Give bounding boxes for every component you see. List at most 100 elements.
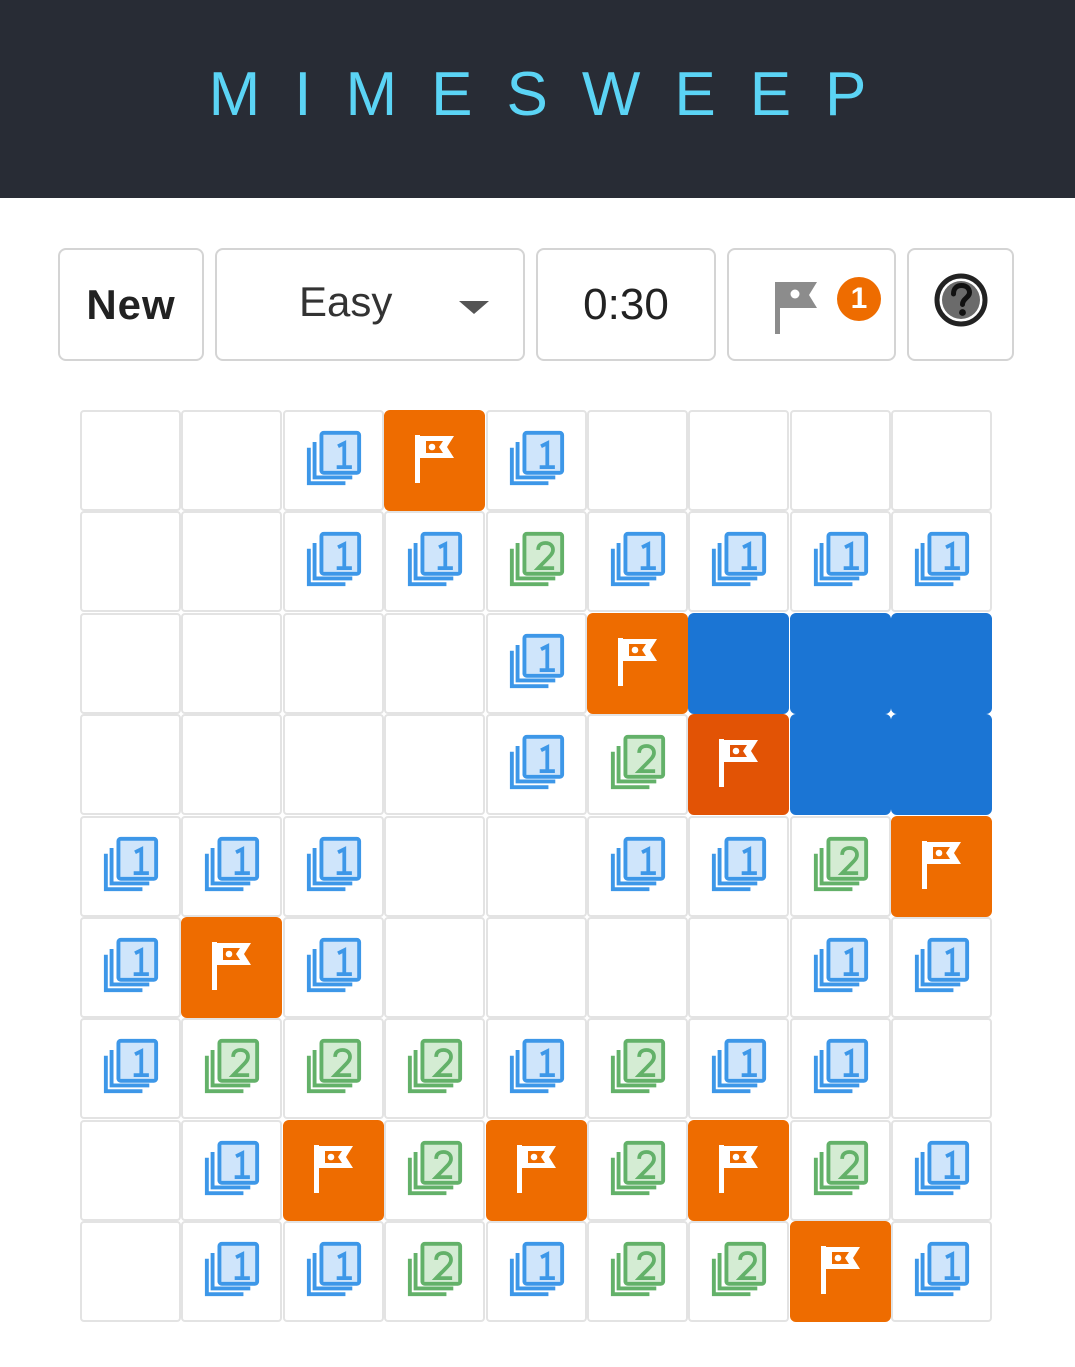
flag-icon <box>309 1140 359 1201</box>
board-cell-revealed-empty[interactable] <box>80 511 181 612</box>
board-cell-number-1[interactable] <box>384 511 485 612</box>
number-one-icon <box>910 933 974 1002</box>
board-cell-number-2[interactable] <box>587 714 688 815</box>
board-cell-hidden[interactable] <box>790 613 891 714</box>
flag-icon <box>816 1241 866 1302</box>
app-title: MIMESWEEP <box>208 59 901 129</box>
board-cell-number-1[interactable] <box>80 917 181 1018</box>
board-cell-number-1[interactable] <box>688 511 789 612</box>
board-cell-revealed-empty[interactable] <box>891 1018 992 1119</box>
number-one-icon <box>910 1136 974 1205</box>
board-cell-number-2[interactable] <box>587 1221 688 1322</box>
board-cell-flagged[interactable] <box>486 1120 587 1221</box>
board-cell-number-2[interactable] <box>790 1120 891 1221</box>
board-cell-revealed-empty[interactable] <box>181 410 282 511</box>
board-cell-number-1[interactable] <box>486 613 587 714</box>
board-cell-number-1[interactable] <box>688 816 789 917</box>
board-cell-revealed-empty[interactable] <box>587 410 688 511</box>
board-cell-number-1[interactable] <box>891 1221 992 1322</box>
board-cell-revealed-empty[interactable] <box>486 917 587 1018</box>
board-cell-revealed-empty[interactable] <box>283 613 384 714</box>
board-cell-revealed-empty[interactable] <box>790 410 891 511</box>
board-cell-revealed-empty[interactable] <box>80 410 181 511</box>
board-cell-revealed-empty[interactable] <box>688 410 789 511</box>
number-one-icon <box>200 1237 264 1306</box>
board-cell-number-2[interactable] <box>181 1018 282 1119</box>
board-cell-revealed-empty[interactable] <box>181 613 282 714</box>
board-cell-number-1[interactable] <box>80 1018 181 1119</box>
board-cell-revealed-empty[interactable] <box>80 714 181 815</box>
board-cell-number-1[interactable] <box>181 816 282 917</box>
board-cell-number-1[interactable] <box>283 511 384 612</box>
board-cell-number-1[interactable] <box>790 511 891 612</box>
board-cell-flagged[interactable] <box>587 613 688 714</box>
board-cell-number-2[interactable] <box>384 1120 485 1221</box>
board-cell-revealed-empty[interactable] <box>384 816 485 917</box>
board-cell-hidden[interactable] <box>688 613 789 714</box>
number-one-icon <box>707 1034 771 1103</box>
board-cell-revealed-empty[interactable] <box>80 1221 181 1322</box>
number-one-icon <box>302 1237 366 1306</box>
board-cell-number-1[interactable] <box>283 1221 384 1322</box>
board-cell-revealed-empty[interactable] <box>688 917 789 1018</box>
board-cell-revealed-empty[interactable] <box>181 511 282 612</box>
board-cell-number-1[interactable] <box>790 917 891 1018</box>
board-cell-revealed-empty[interactable] <box>891 410 992 511</box>
board-cell-flagged[interactable] <box>384 410 485 511</box>
board-cell-number-1[interactable] <box>486 1221 587 1322</box>
board-cell-number-1[interactable] <box>486 714 587 815</box>
number-one-icon <box>707 527 771 596</box>
board-cell-revealed-empty[interactable] <box>181 714 282 815</box>
number-one-icon <box>910 527 974 596</box>
board-cell-flagged[interactable] <box>688 714 789 815</box>
board-cell-number-1[interactable] <box>181 1221 282 1322</box>
board-cell-number-1[interactable] <box>891 917 992 1018</box>
board-cell-number-1[interactable] <box>891 511 992 612</box>
board-cell-number-1[interactable] <box>587 511 688 612</box>
board-cell-number-2[interactable] <box>587 1120 688 1221</box>
board-cell-revealed-empty[interactable] <box>384 613 485 714</box>
board-cell-revealed-empty[interactable] <box>587 917 688 1018</box>
board-cell-flagged[interactable] <box>790 1221 891 1322</box>
board-cell-hidden[interactable] <box>891 714 992 815</box>
board-cell-hidden[interactable] <box>790 714 891 815</box>
board-cell-number-2[interactable] <box>486 511 587 612</box>
board-cell-number-1[interactable] <box>181 1120 282 1221</box>
board-cell-number-1[interactable] <box>790 1018 891 1119</box>
board-cell-revealed-empty[interactable] <box>80 1120 181 1221</box>
board-cell-number-1[interactable] <box>486 410 587 511</box>
board-cell-number-1[interactable] <box>587 816 688 917</box>
board-cell-number-1[interactable] <box>80 816 181 917</box>
number-two-icon <box>809 832 873 901</box>
board-cell-number-2[interactable] <box>384 1018 485 1119</box>
number-one-icon <box>505 730 569 799</box>
difficulty-select[interactable]: Easy <box>215 248 525 361</box>
board-cell-flagged[interactable] <box>181 917 282 1018</box>
board-cell-number-2[interactable] <box>384 1221 485 1322</box>
board-cell-number-2[interactable] <box>587 1018 688 1119</box>
board-cell-flagged[interactable] <box>891 816 992 917</box>
number-two-icon <box>707 1237 771 1306</box>
board-cell-number-1[interactable] <box>283 917 384 1018</box>
number-two-icon <box>606 1237 670 1306</box>
new-game-button[interactable]: New <box>58 248 204 361</box>
board-cell-number-1[interactable] <box>688 1018 789 1119</box>
board-cell-revealed-empty[interactable] <box>80 613 181 714</box>
board-cell-flagged[interactable] <box>688 1120 789 1221</box>
number-one-icon <box>505 1034 569 1103</box>
board-cell-number-1[interactable] <box>283 410 384 511</box>
board-cell-revealed-empty[interactable] <box>384 917 485 1018</box>
board-cell-number-1[interactable] <box>891 1120 992 1221</box>
board-cell-number-2[interactable] <box>790 816 891 917</box>
board-cell-number-1[interactable] <box>283 816 384 917</box>
board-cell-revealed-empty[interactable] <box>283 714 384 815</box>
board-cell-hidden[interactable] <box>891 613 992 714</box>
board-cell-number-1[interactable] <box>486 1018 587 1119</box>
board-cell-revealed-empty[interactable] <box>486 816 587 917</box>
flag-icon <box>512 1140 562 1201</box>
board-cell-revealed-empty[interactable] <box>384 714 485 815</box>
help-button[interactable] <box>907 248 1014 361</box>
board-cell-number-2[interactable] <box>283 1018 384 1119</box>
board-cell-flagged[interactable] <box>283 1120 384 1221</box>
board-cell-number-2[interactable] <box>688 1221 789 1322</box>
